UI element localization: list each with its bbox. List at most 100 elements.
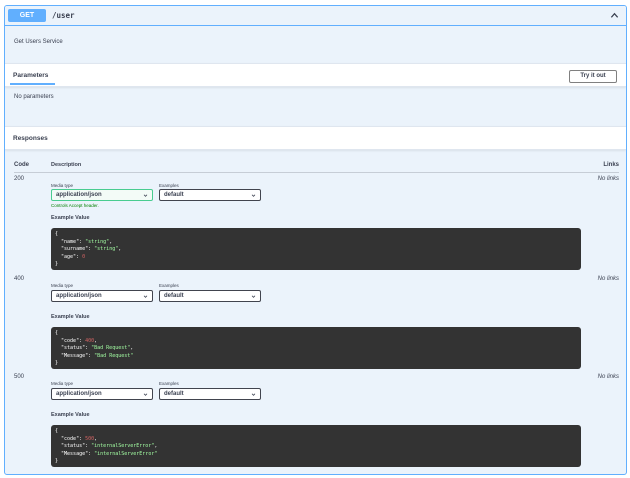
media-type-select[interactable]: application/json <box>51 189 153 201</box>
code-line: } <box>55 360 577 368</box>
examples-value: default <box>164 192 184 198</box>
code-line: { <box>55 330 577 338</box>
parameters-header: Parameters Try it out <box>5 63 626 87</box>
chevron-down-icon <box>251 295 256 298</box>
tab-parameters[interactable]: Parameters <box>13 72 48 79</box>
examples-value: default <box>164 391 184 397</box>
media-type-select[interactable]: application/json <box>51 388 153 400</box>
response-code: 500 <box>14 374 25 380</box>
example-code-block: { "code": 400, "status": "Bad Request", … <box>51 327 581 369</box>
code-key: "name": <box>55 238 86 245</box>
media-type-label: Media type <box>51 183 74 188</box>
response-links: No links <box>597 276 619 282</box>
operation-path: /user <box>52 11 75 20</box>
code-key: { <box>55 330 59 336</box>
chevron-down-icon <box>251 393 256 396</box>
media-type-label: Media type <box>51 381 74 386</box>
chevron-up-icon[interactable] <box>610 11 619 20</box>
chevron-down-icon <box>251 194 256 197</box>
code-key: "Message": <box>55 352 95 359</box>
code-value: "internalServerError" <box>91 443 155 449</box>
media-type-value: application/json <box>56 293 102 299</box>
examples-label: Examples <box>159 183 179 188</box>
code-key: { <box>55 428 59 434</box>
code-key: "status": <box>55 345 92 351</box>
example-value-title: Example Value <box>51 314 90 320</box>
chevron-down-icon <box>143 393 148 396</box>
code-punct: , <box>94 337 98 344</box>
code-line: { <box>55 231 577 239</box>
code-line: "status": "Bad Request", <box>55 345 577 353</box>
operation-description: Get Users Service <box>14 39 63 45</box>
code-key: "Message": <box>55 450 95 457</box>
examples-label: Examples <box>159 381 179 386</box>
operation-summary[interactable]: GET /user <box>5 6 626 26</box>
code-line: } <box>55 261 577 269</box>
code-punct: , <box>154 443 158 449</box>
response-row-500: 500 No links Media type application/json… <box>14 374 619 472</box>
code-line: "Message": "internalServerError" <box>55 451 577 459</box>
code-key: "code": <box>55 337 86 344</box>
response-links: No links <box>597 374 619 380</box>
media-type-label: Media type <box>51 283 74 288</box>
http-method-badge: GET <box>8 9 46 22</box>
accept-header-note: Controls Accept header. <box>51 203 99 208</box>
code-key: } <box>55 458 59 464</box>
response-code: 400 <box>14 276 25 282</box>
code-value: "Bad Request" <box>91 345 131 351</box>
code-line: { <box>55 428 577 436</box>
code-line: "code": 400, <box>55 338 577 346</box>
examples-select[interactable]: default <box>159 290 261 302</box>
example-code-block: { "code": 500, "status": "internalServer… <box>51 425 581 467</box>
media-type-value: application/json <box>56 391 102 397</box>
code-key: "surname": <box>55 246 95 252</box>
code-key: "status": <box>55 443 92 449</box>
responses-title: Responses <box>13 135 48 142</box>
code-line: } <box>55 458 577 466</box>
code-value: 0 <box>82 253 86 260</box>
code-line: "status": "internalServerError", <box>55 443 577 451</box>
column-header-code: Code <box>14 162 29 168</box>
response-code: 200 <box>14 176 25 182</box>
code-value: "internalServerError" <box>94 450 158 457</box>
code-key: "age": <box>55 253 83 260</box>
examples-select[interactable]: default <box>159 189 261 201</box>
code-line: "name": "string", <box>55 239 577 247</box>
code-key: "code": <box>55 435 86 442</box>
response-row-400: 400 No links Media type application/json… <box>14 276 619 374</box>
media-type-value: application/json <box>56 192 102 198</box>
code-punct: , <box>94 435 98 442</box>
try-it-out-button[interactable]: Try it out <box>569 70 617 83</box>
code-key: } <box>55 360 59 366</box>
chevron-down-icon <box>143 295 148 298</box>
code-value: "string" <box>94 246 119 252</box>
code-punct: , <box>130 345 134 351</box>
code-key: } <box>55 261 59 267</box>
code-line: "Message": "Bad Request" <box>55 353 577 361</box>
code-line: "code": 500, <box>55 436 577 444</box>
code-value: "Bad Request" <box>94 352 134 359</box>
code-line: "age": 0 <box>55 254 577 262</box>
chevron-down-icon <box>143 194 148 197</box>
examples-value: default <box>164 293 184 299</box>
code-value: "string" <box>85 238 110 245</box>
example-value-title: Example Value <box>51 215 90 221</box>
no-parameters-text: No parameters <box>14 94 54 100</box>
response-row-200: 200 No links Media type application/json… <box>14 176 619 276</box>
code-key: { <box>55 231 59 237</box>
example-value-title: Example Value <box>51 412 90 418</box>
code-punct: , <box>109 238 113 245</box>
example-code-block: { "name": "string", "surname": "string",… <box>51 228 581 270</box>
media-type-select[interactable]: application/json <box>51 290 153 302</box>
code-line: "surname": "string", <box>55 246 577 254</box>
examples-select[interactable]: default <box>159 388 261 400</box>
responses-table-header: Code Description Links <box>14 159 619 173</box>
response-links: No links <box>597 176 619 182</box>
column-header-description: Description <box>51 162 82 168</box>
responses-header: Responses <box>5 126 626 150</box>
code-value: 500 <box>85 435 95 442</box>
code-value: 400 <box>85 337 95 344</box>
operation-block-get-user: GET /user Get Users Service Parameters T… <box>4 5 627 475</box>
column-header-links: Links <box>603 162 619 168</box>
examples-label: Examples <box>159 283 179 288</box>
